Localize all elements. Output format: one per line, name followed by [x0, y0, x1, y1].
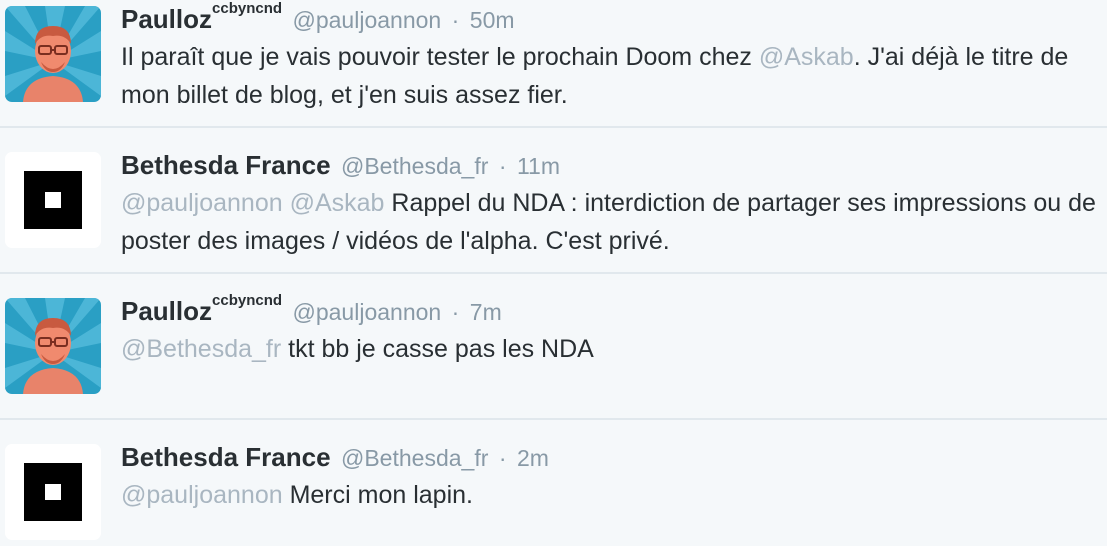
user-handle[interactable]: @pauljoannon [293, 299, 442, 325]
user-handle[interactable]: @Bethesda_fr [341, 153, 488, 179]
user-handle[interactable]: @pauljoannon [293, 7, 442, 33]
tweet-header: Bethesda France @Bethesda_fr · 2m [121, 440, 549, 474]
bethesda-logo-avatar[interactable] [5, 152, 101, 248]
bethesda-logo-avatar[interactable] [5, 444, 101, 540]
display-name[interactable]: Bethesda France [121, 150, 331, 180]
timestamp[interactable]: 2m [517, 445, 549, 471]
tweet-text: @pauljoannon @Askab Rappel du NDA : inte… [121, 184, 1106, 260]
name-badge: ccbyncnd [212, 0, 283, 17]
separator-dot: · [498, 445, 507, 471]
tweet-item[interactable]: Paullozccbyncnd @pauljoannon · 50m Il pa… [0, 0, 1107, 146]
person-photo-avatar[interactable] [5, 298, 101, 394]
tweet-item[interactable]: Bethesda France @Bethesda_fr · 2m @paulj… [0, 438, 1107, 546]
text-segment: Merci mon lapin. [282, 481, 473, 509]
timestamp[interactable]: 11m [517, 153, 560, 179]
tweet-timeline: Paullozccbyncnd @pauljoannon · 50m Il pa… [0, 0, 1107, 546]
text-segment [283, 189, 290, 217]
mention-link[interactable]: @Askab [290, 189, 385, 217]
text-segment: tkt bb je casse pas les NDA [281, 335, 594, 363]
divider [0, 418, 1107, 420]
tweet-item[interactable]: Paullozccbyncnd @pauljoannon · 7m @Bethe… [0, 292, 1107, 438]
logo-square-icon [24, 463, 82, 521]
tweet-text: Il paraît que je vais pouvoir tester le … [121, 38, 1106, 114]
display-name[interactable]: Bethesda France [121, 442, 331, 472]
tweet-header: Paullozccbyncnd @pauljoannon · 7m [121, 292, 502, 328]
name-badge: ccbyncnd [212, 292, 283, 309]
tweet-item[interactable]: Bethesda France @Bethesda_fr · 11m @paul… [0, 146, 1107, 292]
display-name[interactable]: Paullozccbyncnd [121, 292, 282, 326]
tweet-header: Bethesda France @Bethesda_fr · 11m [121, 148, 560, 182]
divider [0, 126, 1107, 128]
separator-dot: · [451, 7, 460, 33]
mention-link[interactable]: @Bethesda_fr [121, 335, 281, 363]
display-name[interactable]: Paullozccbyncnd [121, 0, 282, 34]
mention-link[interactable]: @pauljoannon [121, 481, 283, 509]
user-handle[interactable]: @Bethesda_fr [341, 445, 488, 471]
separator-dot: · [498, 153, 507, 179]
separator-dot: · [451, 299, 460, 325]
timestamp[interactable]: 50m [470, 7, 515, 33]
text-segment: Il paraît que je vais pouvoir tester le … [121, 43, 759, 71]
mention-link[interactable]: @Askab [759, 43, 854, 71]
timestamp[interactable]: 7m [470, 299, 502, 325]
tweet-text: @Bethesda_fr tkt bb je casse pas les NDA [121, 330, 1106, 368]
person-photo-avatar[interactable] [5, 6, 101, 102]
logo-square-icon [24, 171, 82, 229]
mention-link[interactable]: @pauljoannon [121, 189, 283, 217]
tweet-text: @pauljoannon Merci mon lapin. [121, 476, 1106, 514]
divider [0, 272, 1107, 274]
tweet-header: Paullozccbyncnd @pauljoannon · 50m [121, 0, 515, 36]
